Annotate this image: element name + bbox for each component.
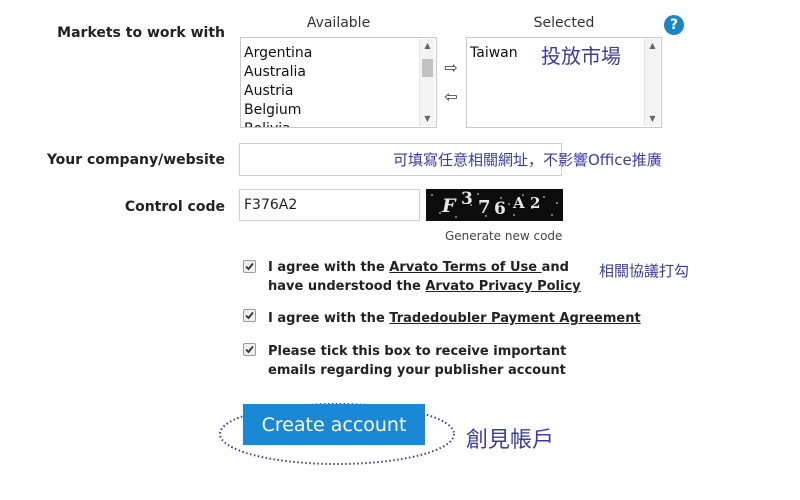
list-item[interactable]: Australia: [244, 63, 418, 82]
selected-header: Selected: [533, 15, 595, 31]
terms-of-use-link[interactable]: Arvato Terms of Use: [389, 260, 541, 275]
list-item[interactable]: Belgium: [244, 101, 418, 120]
generate-new-code-link[interactable]: Generate new code: [445, 229, 562, 243]
terms-checkbox[interactable]: [243, 260, 256, 273]
payment-agreement-link[interactable]: Tradedoubler Payment Agreement: [389, 311, 640, 326]
captcha-char: 7: [478, 197, 491, 218]
markets-annotation: 投放市場: [541, 44, 621, 68]
scroll-down-icon[interactable]: ▼: [420, 112, 435, 126]
available-header: Available: [306, 15, 371, 31]
add-market-arrow-icon[interactable]: ⇨: [442, 59, 460, 77]
payment-checkbox[interactable]: [243, 309, 256, 322]
captcha-char: A: [513, 194, 525, 212]
checkmark-icon: [245, 311, 254, 320]
help-icon[interactable]: ?: [664, 15, 684, 35]
markets-label: Markets to work with: [57, 25, 225, 41]
privacy-policy-link[interactable]: Arvato Privacy Policy: [425, 279, 580, 294]
available-list-scrollbar[interactable]: ▲ ▼: [419, 39, 435, 126]
create-account-annotation: 創見帳戶: [466, 428, 555, 453]
terms-agreement-text: I agree with the Arvato Terms of Use and…: [268, 260, 581, 294]
payment-agreement-text: I agree with the Tradedoubler Payment Ag…: [268, 311, 641, 326]
company-annotation: 可填寫任意相關網址，不影響Office推廣: [393, 151, 662, 169]
captcha-char: 2: [530, 194, 541, 212]
checkmark-icon: [245, 345, 254, 354]
selected-list-scrollbar[interactable]: ▲ ▼: [644, 39, 660, 126]
emails-optin-text: Please tick this box to receive importan…: [268, 344, 567, 378]
scroll-thumb[interactable]: [422, 59, 433, 77]
company-label: Your company/website: [46, 152, 225, 168]
create-account-button[interactable]: Create account: [243, 404, 425, 445]
list-item[interactable]: Bolivia: [244, 120, 418, 127]
remove-market-arrow-icon[interactable]: ⇦: [442, 88, 460, 106]
list-item[interactable]: Argentina: [244, 44, 418, 63]
captcha-char: 3: [461, 189, 473, 209]
checkmark-icon: [245, 262, 254, 271]
list-item[interactable]: Austria: [244, 82, 418, 101]
control-code-label: Control code: [124, 199, 225, 215]
scroll-up-icon[interactable]: ▲: [645, 39, 660, 53]
emails-checkbox[interactable]: [243, 343, 256, 356]
captcha-char: 6: [494, 199, 506, 219]
control-code-input[interactable]: [239, 189, 420, 221]
scroll-up-icon[interactable]: ▲: [420, 39, 435, 53]
available-markets-list[interactable]: Argentina Australia Austria Belgium Boli…: [240, 37, 437, 128]
scroll-down-icon[interactable]: ▼: [645, 112, 660, 126]
agreements-annotation: 相關協議打勾: [599, 262, 690, 280]
captcha-char: F: [442, 195, 456, 217]
captcha-image: F 3 7 6 A 2: [426, 189, 563, 221]
